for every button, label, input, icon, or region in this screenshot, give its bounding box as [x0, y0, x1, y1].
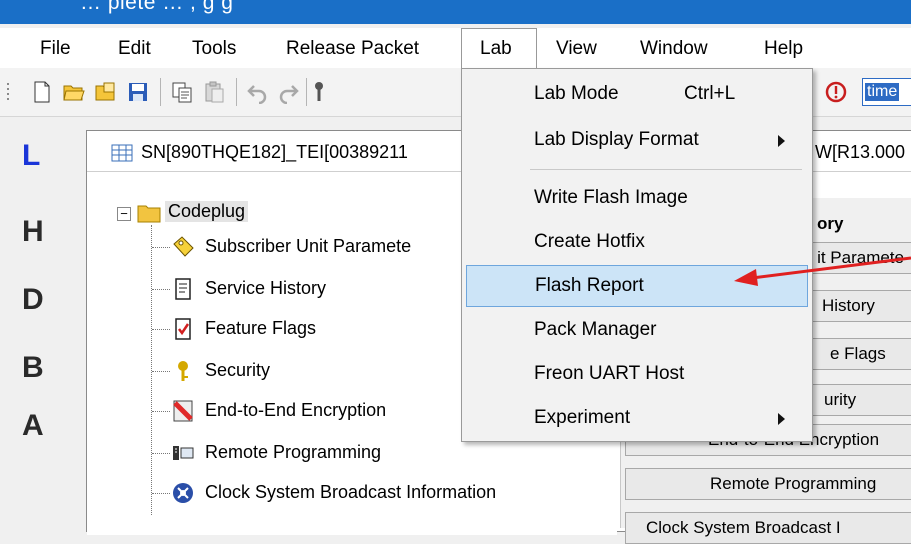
tree-connector	[152, 247, 170, 248]
menu-tools[interactable]: Tools	[192, 38, 236, 60]
category-button-remote-programming[interactable]: Remote Programming	[625, 468, 911, 500]
shortcut-letter-b[interactable]: B	[22, 351, 44, 385]
tree-collapse-toggle[interactable]: −	[117, 207, 131, 221]
tree-item-clock-system-broadcast[interactable]: Clock System Broadcast Information	[171, 479, 571, 509]
tree-connector	[151, 225, 152, 515]
shortcut-letter-a[interactable]: A	[22, 409, 44, 443]
tree-item-end-to-end-encryption[interactable]: End-to-End Encryption	[171, 397, 471, 427]
toolbar-separator	[160, 78, 161, 106]
checklist-icon	[175, 318, 191, 340]
title-bar: … plete … , g g	[0, 0, 911, 24]
stop-icon[interactable]	[824, 80, 848, 104]
folder-icon	[137, 205, 161, 223]
new-file-icon[interactable]	[30, 80, 54, 104]
menu-separator	[530, 169, 802, 170]
menu-help[interactable]: Help	[764, 38, 803, 60]
tree-connector	[152, 493, 170, 494]
key-icon[interactable]	[312, 80, 326, 104]
window-title: … plete … , g g	[80, 0, 234, 14]
tree-root-label: Codeplug	[165, 201, 249, 222]
codeplug-window-title: SN[890THQE182]_TEI[00389211	[141, 142, 408, 162]
document-icon	[175, 278, 191, 300]
tree-item-subscriber-unit-parameters[interactable]: Subscriber Unit Paramete	[171, 233, 471, 263]
key-icon	[178, 361, 188, 381]
tree-connector	[152, 453, 170, 454]
search-field[interactable]: time	[862, 78, 911, 106]
shortcut-letter-d[interactable]: D	[22, 283, 44, 317]
save-icon[interactable]	[126, 80, 150, 104]
menu-bar: File Edit Tools Release Packet Lab View …	[0, 28, 911, 69]
menu-window[interactable]: Window	[640, 38, 708, 60]
submenu-arrow-icon	[778, 135, 785, 147]
left-shortcut-bar: L H D B A	[0, 117, 82, 521]
shortcut-letter-h[interactable]: H	[22, 215, 44, 249]
open-folder-icon[interactable]	[62, 80, 86, 104]
tag-icon	[173, 236, 194, 257]
table-icon	[111, 144, 133, 162]
tree-connector	[152, 371, 170, 372]
menu-release-packet[interactable]: Release Packet	[286, 38, 419, 60]
paste-icon	[205, 81, 224, 103]
annotation-arrow-icon	[734, 256, 911, 286]
shortcut-letter-l[interactable]: L	[22, 139, 40, 173]
lab-menu-item-write-flash-image[interactable]: Write Flash Image	[466, 179, 808, 217]
redo-icon	[279, 85, 299, 104]
menu-view[interactable]: View	[556, 38, 597, 60]
tree-item-security[interactable]: Security	[171, 357, 471, 387]
submenu-arrow-icon	[778, 413, 785, 425]
tree-item-service-history[interactable]: Service History	[171, 275, 471, 305]
copy-icon[interactable]	[170, 80, 194, 104]
undo-icon	[247, 85, 267, 104]
lab-menu-item-freon-uart-host[interactable]: Freon UART Host	[466, 355, 808, 393]
codeplug-window-title-right: W[R13.000	[815, 142, 906, 162]
clock-icon	[173, 483, 193, 503]
remote-programming-icon	[173, 446, 194, 460]
tree-item-feature-flags[interactable]: Feature Flags	[171, 315, 471, 345]
encryption-icon	[173, 400, 193, 422]
lab-mode-shortcut: Ctrl+L	[684, 83, 736, 104]
tree-connector	[152, 329, 170, 330]
search-field-value: time	[865, 83, 900, 101]
menu-edit[interactable]: Edit	[118, 38, 151, 60]
menu-lab[interactable]: Lab	[480, 38, 512, 60]
lab-menu-item-experiment[interactable]: Experiment	[466, 399, 808, 437]
lab-menu-item-lab-mode[interactable]: Lab Mode Ctrl+L	[466, 75, 808, 113]
toolbar-grip-icon	[7, 83, 9, 100]
category-button-clock-system[interactable]: Clock System Broadcast I	[625, 512, 911, 544]
lab-menu-item-pack-manager[interactable]: Pack Manager	[466, 311, 808, 349]
toolbar-separator	[306, 78, 307, 106]
right-panel-header: ory	[817, 214, 844, 233]
tree-connector	[152, 411, 170, 412]
toolbar-separator	[236, 78, 237, 106]
tree-item-remote-programming[interactable]: Remote Programming	[171, 439, 471, 469]
tree-connector	[152, 289, 170, 290]
lab-menu-item-lab-display-format[interactable]: Lab Display Format	[466, 121, 808, 159]
menu-file[interactable]: File	[40, 38, 71, 60]
open-recent-icon[interactable]	[94, 80, 118, 104]
tree-root-codeplug[interactable]: − Codeplug	[117, 201, 337, 231]
